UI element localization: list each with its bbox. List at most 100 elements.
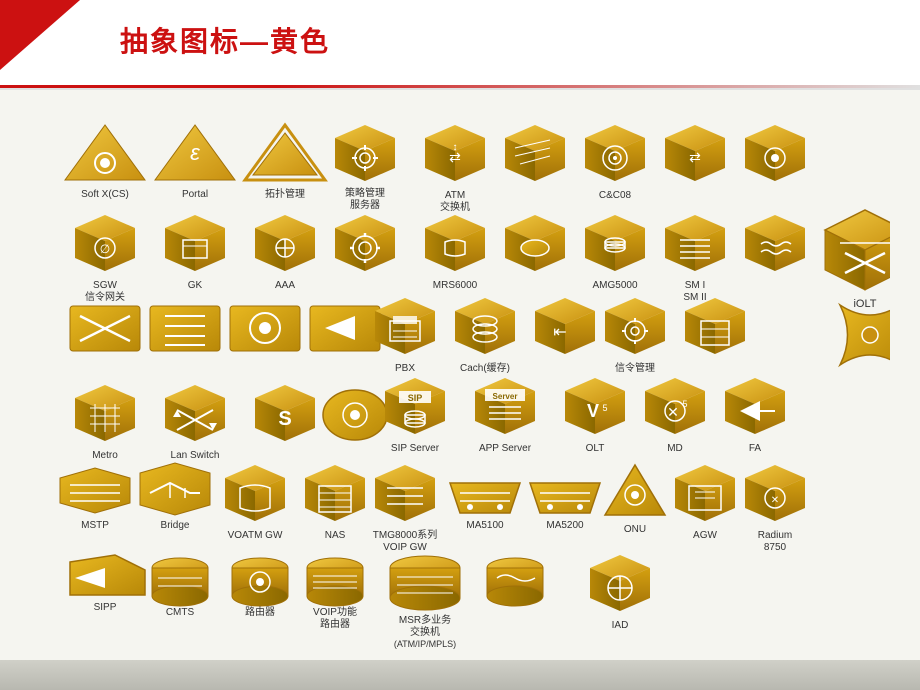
svg-text:C&C08: C&C08	[599, 190, 632, 201]
svg-text:APP Server: APP Server	[479, 443, 532, 454]
icon-mstp: MSTP	[60, 468, 130, 531]
svg-text:服务器: 服务器	[350, 198, 380, 211]
svg-text:信令网关: 信令网关	[85, 290, 125, 303]
icon-radium: ✕ Radium 8750	[745, 465, 805, 553]
svg-text:MD: MD	[667, 443, 683, 454]
icon-router: 路由器	[232, 558, 288, 618]
svg-text:Bridge: Bridge	[161, 520, 190, 531]
icon-olt: V 5 OLT	[565, 378, 625, 454]
svg-text:∅: ∅	[100, 242, 110, 256]
svg-text:信令管理: 信令管理	[615, 361, 655, 374]
svg-text:SGW: SGW	[93, 280, 117, 291]
icon-emptycyl	[487, 558, 543, 606]
icon-cmts: CMTS	[152, 558, 208, 618]
icon-sgw: ∅ SGW 信令网关	[75, 215, 135, 303]
svg-text:VOATM GW: VOATM GW	[228, 530, 283, 541]
icon-voatmgw: VOATM GW	[225, 465, 285, 541]
svg-text:iOLT: iOLT	[853, 298, 876, 310]
icon-empty2: ⇄	[665, 125, 725, 181]
svg-text:Lan Switch: Lan Switch	[171, 450, 220, 461]
svg-text:↕: ↕	[453, 142, 458, 153]
icon-scube: S	[255, 385, 315, 441]
icon-diagram: Soft X(CS) ε Portal 拓扑管理 策略管理	[20, 105, 890, 665]
icon-nas: NAS	[305, 465, 365, 541]
svg-text:拓扑管理: 拓扑管理	[265, 187, 305, 200]
icon-flat2	[150, 306, 220, 351]
icon-sm: SM I SM II	[665, 215, 725, 303]
svg-text:MA5200: MA5200	[546, 520, 584, 531]
svg-text:CMTS: CMTS	[166, 607, 195, 618]
svg-text:S: S	[278, 408, 291, 430]
svg-text:PBX: PBX	[395, 363, 415, 374]
svg-text:AMG5000: AMG5000	[592, 280, 637, 291]
svg-text:VOIP GW: VOIP GW	[383, 542, 427, 553]
icon-bridge: Bridge	[140, 463, 210, 531]
icon-ma5200: MA5200	[530, 483, 600, 531]
svg-text:8750: 8750	[764, 542, 787, 553]
svg-text:TMG8000系列: TMG8000系列	[373, 528, 437, 541]
icon-cache: Cach(缓存)	[455, 298, 515, 374]
icon-biggear	[335, 215, 395, 271]
icon-softx: Soft X(CS)	[65, 125, 145, 200]
svg-text:策略管理: 策略管理	[345, 186, 385, 199]
svg-text:MSR多业务: MSR多业务	[399, 613, 451, 626]
svg-text:交换机: 交换机	[410, 625, 440, 638]
icon-tuopu: 拓扑管理	[245, 125, 325, 200]
icon-mrs6000: MRS6000	[425, 215, 485, 291]
svg-text:V: V	[587, 401, 599, 421]
icon-empty4	[505, 215, 565, 271]
icon-amg5000: AMG5000	[585, 215, 645, 291]
icon-gk: GK	[165, 215, 225, 291]
svg-text:(ATM/IP/MPLS): (ATM/IP/MPLS)	[394, 639, 456, 649]
header: 抽象图标—黄色	[0, 0, 920, 90]
icon-metro: Metro	[75, 385, 135, 461]
svg-text:Radium: Radium	[758, 530, 792, 541]
svg-text:NAS: NAS	[325, 530, 346, 541]
icon-fa: FA	[725, 378, 785, 454]
icon-cc08: C&C08	[585, 125, 645, 201]
icon-round	[323, 390, 387, 440]
icon-celve: 策略管理 服务器	[335, 125, 395, 211]
svg-text:MA5100: MA5100	[466, 520, 504, 531]
svg-text:IAD: IAD	[612, 620, 629, 631]
icon-voiprouter: VOIP功能 路由器	[307, 558, 363, 630]
svg-text:MRS6000: MRS6000	[433, 280, 478, 291]
icon-empty3	[745, 125, 805, 181]
svg-text:GK: GK	[188, 280, 203, 291]
svg-text:✕: ✕	[771, 495, 779, 506]
svg-text:Soft X(CS): Soft X(CS)	[81, 189, 129, 200]
svg-text:Metro: Metro	[92, 450, 118, 461]
svg-text:Cach(缓存): Cach(缓存)	[460, 361, 510, 374]
main-content: Soft X(CS) ε Portal 拓扑管理 策略管理	[0, 95, 920, 660]
icon-lanswitch: Lan Switch	[165, 385, 225, 461]
icon-panel2	[685, 298, 745, 354]
svg-text:SM II: SM II	[683, 292, 706, 303]
svg-text:ONU: ONU	[624, 524, 646, 535]
icon-sipserver: SIP SIP Server	[385, 378, 445, 454]
icon-flat4	[310, 306, 380, 351]
svg-text:AAA: AAA	[275, 280, 295, 291]
svg-text:路由器: 路由器	[245, 605, 275, 618]
icon-flat3	[230, 306, 300, 351]
icon-iolt-large: iOLT	[825, 210, 890, 310]
icon-ma5100: MA5100	[450, 483, 520, 531]
svg-text:MSTP: MSTP	[81, 520, 109, 531]
icon-onu: ONU	[605, 465, 665, 535]
svg-text:Portal: Portal	[182, 189, 208, 200]
svg-text:SIP: SIP	[408, 393, 423, 403]
svg-text:Server: Server	[493, 392, 518, 401]
svg-text:ATM: ATM	[445, 190, 465, 201]
svg-text:OLT: OLT	[586, 443, 605, 454]
icon-iad: IAD	[590, 555, 650, 631]
icon-flat1	[70, 306, 140, 351]
footer	[0, 660, 920, 690]
svg-text:5: 5	[682, 399, 687, 409]
icon-sipp: SIPP	[70, 555, 145, 613]
icon-msr: MSR多业务 交换机 (ATM/IP/MPLS)	[390, 556, 460, 649]
svg-text:SIP Server: SIP Server	[391, 443, 440, 454]
svg-text:路由器: 路由器	[320, 617, 350, 630]
icon-tmg8000: TMG8000系列 VOIP GW	[373, 465, 437, 553]
svg-text:VOIP功能: VOIP功能	[313, 605, 357, 618]
icon-wave	[745, 215, 805, 271]
icon-portal: ε Portal	[155, 125, 235, 200]
